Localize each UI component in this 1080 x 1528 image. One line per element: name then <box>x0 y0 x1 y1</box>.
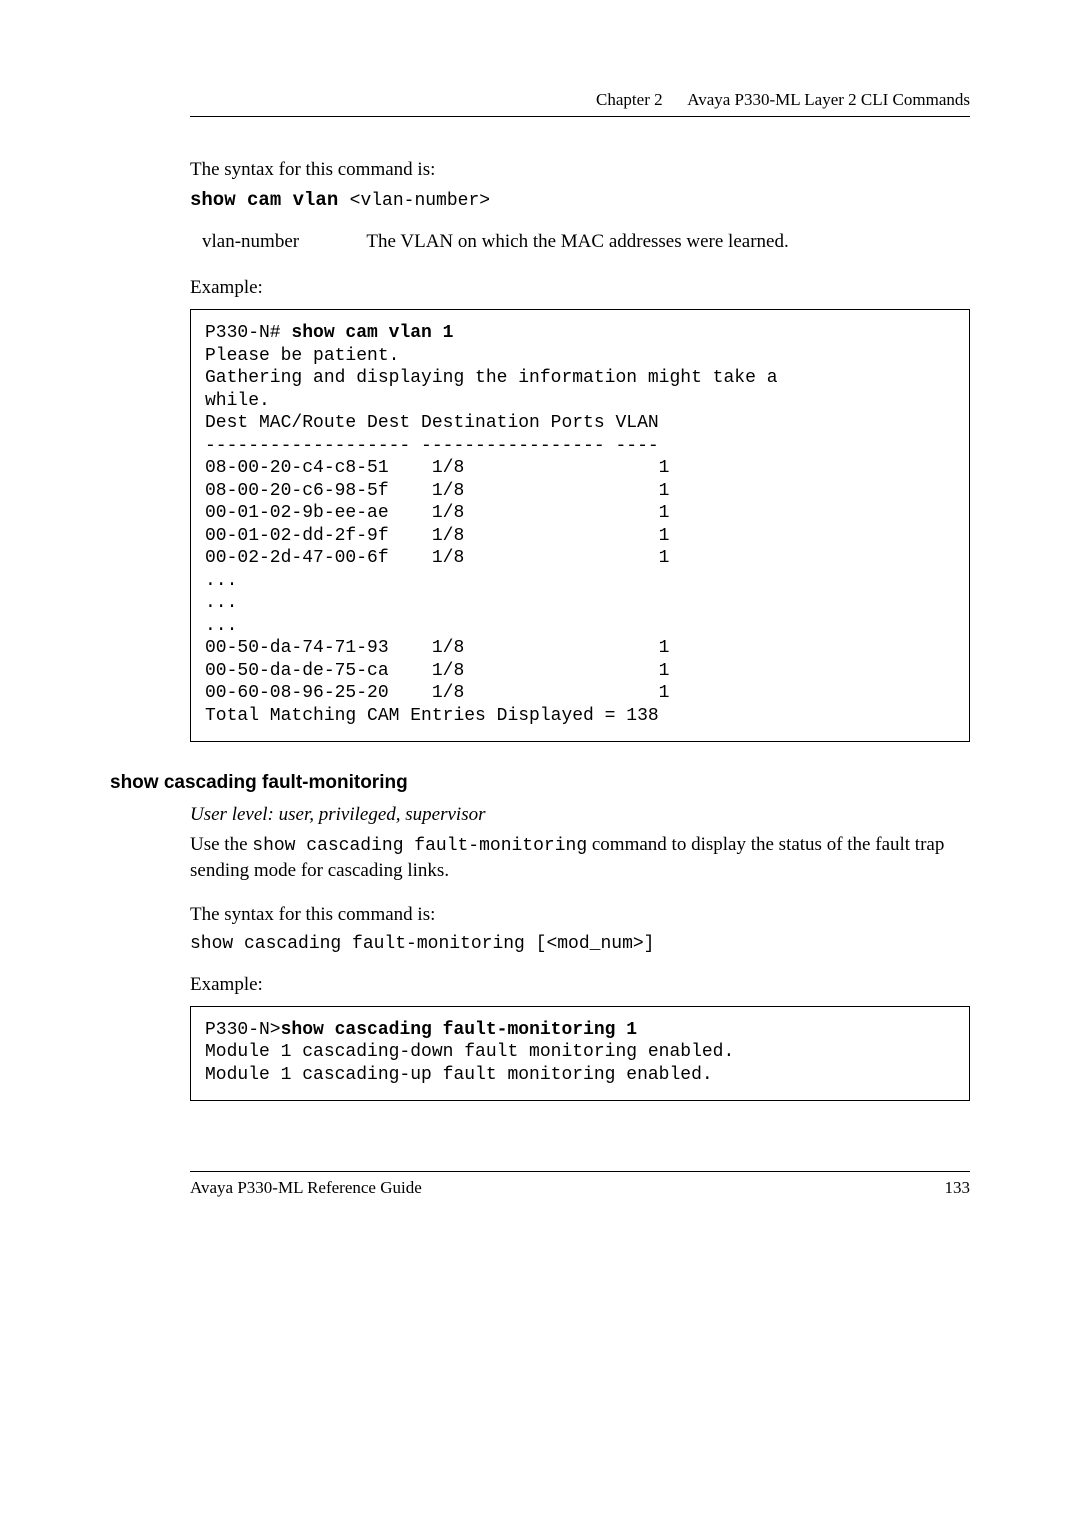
command-syntax: show cam vlan <vlan-number> <box>190 187 970 214</box>
param-row: vlan-number The VLAN on which the MAC ad… <box>202 231 970 253</box>
page-header: Chapter 2 Avaya P330-ML Layer 2 CLI Comm… <box>190 90 970 110</box>
footer-left: Avaya P330-ML Reference Guide <box>190 1178 422 1198</box>
syntax-intro-2: The syntax for this command is: <box>190 902 970 928</box>
desc-cmd: show cascading fault-monitoring <box>252 836 587 856</box>
code-line: Please be patient. <box>205 346 399 366</box>
user-level: User level: user, privileged, supervisor <box>190 802 970 828</box>
code-line: 00-02-2d-47-00-6f 1/8 1 <box>205 548 669 568</box>
code-line: Module 1 cascading-up fault monitoring e… <box>205 1065 713 1085</box>
page-footer: Avaya P330-ML Reference Guide 133 <box>190 1171 970 1198</box>
code-line: Dest MAC/Route Dest Destination Ports VL… <box>205 413 659 433</box>
code-line: 08-00-20-c6-98-5f 1/8 1 <box>205 481 669 501</box>
code-line: Total Matching CAM Entries Displayed = 1… <box>205 706 659 726</box>
prompt: P330-N# <box>205 323 291 343</box>
code-line: 00-01-02-9b-ee-ae 1/8 1 <box>205 503 669 523</box>
cmd-keyword: show cam vlan <box>190 189 350 211</box>
syntax-line-2: show cascading fault-monitoring [<mod_nu… <box>190 932 970 956</box>
param-desc: The VLAN on which the MAC addresses were… <box>366 231 788 252</box>
section-heading: show cascading fault-monitoring <box>110 772 970 794</box>
code-line: 00-01-02-dd-2f-9f 1/8 1 <box>205 526 669 546</box>
chapter-title: Avaya P330-ML Layer 2 CLI Commands <box>687 90 970 109</box>
syntax-intro: The syntax for this command is: <box>190 157 970 183</box>
code-line: while. <box>205 391 270 411</box>
code-line: ... <box>205 593 237 613</box>
code-line: 00-60-08-96-25-20 1/8 1 <box>205 683 669 703</box>
code-line: ... <box>205 616 237 636</box>
code-line: ... <box>205 571 237 591</box>
chapter-label: Chapter 2 <box>596 90 663 109</box>
footer-right: 133 <box>945 1178 971 1198</box>
code-line: 08-00-20-c4-c8-51 1/8 1 <box>205 458 669 478</box>
code-box-2: P330-N>show cascading fault-monitoring 1… <box>190 1006 970 1102</box>
code-line: ------------------- ----------------- --… <box>205 436 659 456</box>
code-line: Module 1 cascading-down fault monitoring… <box>205 1042 734 1062</box>
prompt: P330-N> <box>205 1020 281 1040</box>
section-desc: Use the show cascading fault-monitoring … <box>190 832 970 884</box>
code-line: 00-50-da-de-75-ca 1/8 1 <box>205 661 669 681</box>
code-box-1: P330-N# show cam vlan 1 Please be patien… <box>190 309 970 742</box>
footer-rule <box>190 1171 970 1172</box>
header-rule <box>190 116 970 117</box>
example-label-2: Example: <box>190 974 970 996</box>
example-label-1: Example: <box>190 277 970 299</box>
cmd-arg: <vlan-number> <box>350 191 490 211</box>
param-name: vlan-number <box>202 231 362 253</box>
code-line: 00-50-da-74-71-93 1/8 1 <box>205 638 669 658</box>
desc-pre: Use the <box>190 834 252 855</box>
code-cmd: show cam vlan 1 <box>291 323 453 343</box>
code-cmd: show cascading fault-monitoring 1 <box>281 1020 637 1040</box>
code-line: Gathering and displaying the information… <box>205 368 778 388</box>
